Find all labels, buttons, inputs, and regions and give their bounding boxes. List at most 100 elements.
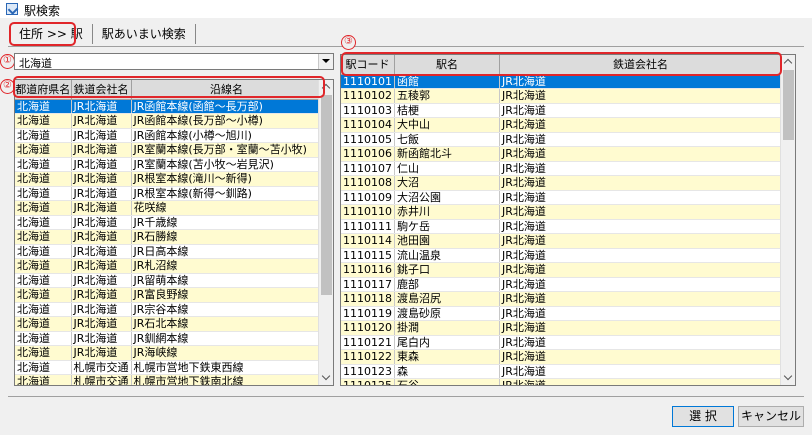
station-row[interactable]: 1110105 七飯 JR北海道 xyxy=(341,132,782,147)
station-row-cell: JR北海道 xyxy=(499,190,782,205)
select-button[interactable]: 選 択 xyxy=(672,406,734,427)
scroll-down-icon[interactable] xyxy=(319,370,333,385)
line-row[interactable]: 北海道 JR北海道 JR海峡線 xyxy=(15,345,323,361)
line-row[interactable]: 北海道 JR北海道 JR宗谷本線 xyxy=(15,302,323,317)
tab-fuzzy-search[interactable]: 駅あいまい検索 xyxy=(93,24,196,44)
station-row-cell: 1110102 xyxy=(341,88,395,104)
station-row[interactable]: 1110103 桔梗 JR北海道 xyxy=(341,103,782,118)
station-row-cell: JR北海道 xyxy=(499,320,782,336)
station-row[interactable]: 1110104 大中山 JR北海道 xyxy=(341,117,782,133)
station-row[interactable]: 1110120 掛澗 JR北海道 xyxy=(341,320,782,336)
station-row[interactable]: 1110111 駒ケ岳 JR北海道 xyxy=(341,219,782,234)
prefecture-select[interactable]: 北海道 xyxy=(14,53,334,70)
station-row[interactable]: 1110123 森 JR北海道 xyxy=(341,364,782,379)
line-grid-scrollbar[interactable] xyxy=(318,80,333,385)
line-row-cell: 北海道 xyxy=(15,244,72,259)
line-row[interactable]: 北海道 JR北海道 JR石北本線 xyxy=(15,316,323,332)
line-row-cell: JR北海道 xyxy=(71,302,132,317)
station-row[interactable]: 1110102 五稜郭 JR北海道 xyxy=(341,88,782,104)
line-row-cell: JR千歳線 xyxy=(131,215,323,230)
column-header-line[interactable]: 沿線名 xyxy=(131,80,323,100)
line-row-cell: 札幌市営地下鉄東西線 xyxy=(131,360,323,375)
scroll-up-icon[interactable] xyxy=(781,55,795,70)
line-row[interactable]: 北海道 JR北海道 JR根室本線(滝川～新得) xyxy=(15,171,323,187)
station-row-cell: 1110125 xyxy=(341,378,395,385)
station-row-cell: 1110106 xyxy=(341,146,395,162)
station-row-cell: 駒ケ岳 xyxy=(394,219,500,234)
station-row-cell: JR北海道 xyxy=(499,175,782,191)
station-row-cell: JR北海道 xyxy=(499,335,782,350)
line-row[interactable]: 北海道 JR北海道 JR函館本線(函館～長万部) xyxy=(15,99,323,114)
line-row[interactable]: 北海道 JR北海道 JR函館本線(小樽～旭川) xyxy=(15,128,323,143)
station-row[interactable]: 1110107 仁山 JR北海道 xyxy=(341,161,782,176)
line-row-cell: JR函館本線(長万部～小樽) xyxy=(131,113,323,129)
station-row-cell: 1110110 xyxy=(341,204,395,220)
station-row[interactable]: 1110116 銚子口 JR北海道 xyxy=(341,262,782,278)
station-row[interactable]: 1110119 渡島砂原 JR北海道 xyxy=(341,306,782,321)
line-row-cell: 北海道 xyxy=(15,157,72,172)
tab-divider xyxy=(8,46,804,47)
station-row-cell: 1110103 xyxy=(341,103,395,118)
line-row[interactable]: 北海道 JR北海道 JR留萌本線 xyxy=(15,273,323,288)
line-grid: 都道府県名 鉄道会社名 沿線名 北海道 JR北海道 JR函館本線(函館～長万部) 北海… xyxy=(14,79,334,386)
line-row[interactable]: 北海道 JR北海道 JR釧網本線 xyxy=(15,331,323,346)
station-row-cell: 銚子口 xyxy=(394,262,500,278)
scroll-up-icon[interactable] xyxy=(319,80,333,95)
line-table: 都道府県名 鉄道会社名 沿線名 北海道 JR北海道 JR函館本線(函館～長万部) 北海… xyxy=(15,80,323,385)
station-row[interactable]: 1110118 渡島沼尻 JR北海道 xyxy=(341,291,782,307)
station-row[interactable]: 1110101 函館 JR北海道 xyxy=(341,74,782,89)
station-row[interactable]: 1110115 流山温泉 JR北海道 xyxy=(341,248,782,263)
line-row-cell: 北海道 xyxy=(15,374,72,385)
line-row-cell: JR釧網本線 xyxy=(131,331,323,346)
station-row[interactable]: 1110108 大沼 JR北海道 xyxy=(341,175,782,191)
line-row[interactable]: 北海道 JR北海道 JR日高本線 xyxy=(15,244,323,259)
station-row[interactable]: 1110110 赤井川 JR北海道 xyxy=(341,204,782,220)
line-row[interactable]: 北海道 札幌市交通 札幌市営地下鉄東西線 xyxy=(15,360,323,375)
column-header-station-company[interactable]: 鉄道会社名 xyxy=(499,55,782,75)
station-row[interactable]: 1110109 大沼公園 JR北海道 xyxy=(341,190,782,205)
column-header-company[interactable]: 鉄道会社名 xyxy=(71,80,132,100)
station-row-cell: 新函館北斗 xyxy=(394,146,500,162)
station-row[interactable]: 1110122 東森 JR北海道 xyxy=(341,349,782,365)
tab-address-to-station[interactable]: 住所 >> 駅 xyxy=(10,24,93,44)
station-row[interactable]: 1110125 石谷 JR北海道 xyxy=(341,378,782,385)
station-row[interactable]: 1110114 池田園 JR北海道 xyxy=(341,233,782,249)
scroll-thumb[interactable] xyxy=(321,95,332,295)
column-header-station-code[interactable]: 駅コード xyxy=(341,55,395,75)
line-row[interactable]: 北海道 JR北海道 JR石勝線 xyxy=(15,229,323,245)
line-row[interactable]: 北海道 JR北海道 JR根室本線(新得～釧路) xyxy=(15,186,323,201)
chevron-down-icon[interactable] xyxy=(318,54,333,69)
scroll-down-icon[interactable] xyxy=(781,370,795,385)
line-row-cell: 北海道 xyxy=(15,113,72,129)
station-row-cell: JR北海道 xyxy=(499,378,782,385)
station-row[interactable]: 1110106 新函館北斗 JR北海道 xyxy=(341,146,782,162)
station-row-cell: 鹿部 xyxy=(394,277,500,292)
column-header-prefecture[interactable]: 都道府県名 xyxy=(15,80,72,100)
line-row-cell: JR根室本線(滝川～新得) xyxy=(131,171,323,187)
line-row-cell: JR海峡線 xyxy=(131,345,323,361)
column-header-station-name[interactable]: 駅名 xyxy=(394,55,500,75)
cancel-button[interactable]: キャンセル xyxy=(738,406,804,427)
line-row[interactable]: 北海道 JR北海道 JR千歳線 xyxy=(15,215,323,230)
line-row[interactable]: 北海道 JR北海道 JR函館本線(長万部～小樽) xyxy=(15,113,323,129)
line-row-cell: JR日高本線 xyxy=(131,244,323,259)
station-row-cell: 七飯 xyxy=(394,132,500,147)
scroll-thumb[interactable] xyxy=(783,70,794,140)
line-row[interactable]: 北海道 JR北海道 JR室蘭本線(長万部・室蘭～苫小牧) xyxy=(15,142,323,158)
line-row-cell: 札幌市交通 xyxy=(71,374,132,385)
station-row[interactable]: 1110121 尾白内 JR北海道 xyxy=(341,335,782,350)
line-row[interactable]: 北海道 JR北海道 花咲線 xyxy=(15,200,323,216)
line-row-cell: 北海道 xyxy=(15,200,72,216)
line-row[interactable]: 北海道 JR北海道 JR室蘭本線(苫小牧～岩見沢) xyxy=(15,157,323,172)
station-header-row: 駅コード 駅名 鉄道会社名 xyxy=(341,55,782,75)
line-row[interactable]: 北海道 札幌市交通 札幌市営地下鉄南北線 xyxy=(15,374,323,385)
line-row[interactable]: 北海道 JR北海道 JR富良野線 xyxy=(15,287,323,303)
station-grid-scrollbar[interactable] xyxy=(780,55,795,385)
window-title: 駅検索 xyxy=(24,4,61,18)
line-row[interactable]: 北海道 JR北海道 JR札沼線 xyxy=(15,258,323,274)
station-row[interactable]: 1110117 鹿部 JR北海道 xyxy=(341,277,782,292)
station-row-cell: 大沼公園 xyxy=(394,190,500,205)
line-row-cell: JR函館本線(小樽～旭川) xyxy=(131,128,323,143)
station-row-cell: JR北海道 xyxy=(499,103,782,118)
station-row-cell: 函館 xyxy=(394,74,500,89)
